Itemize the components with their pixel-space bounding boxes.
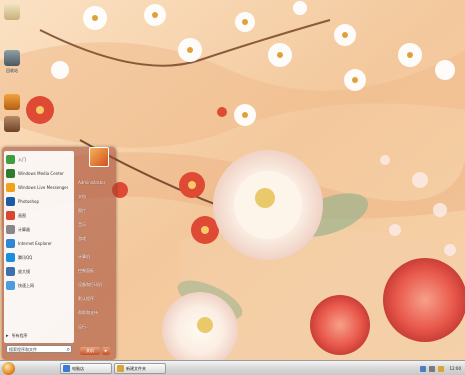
taskbar-button-label: 新建文件夹	[126, 365, 146, 371]
start-button[interactable]	[2, 362, 15, 375]
program-item-network[interactable]: 快速上网	[6, 279, 72, 292]
program-item-photoshop[interactable]: Photoshop	[6, 195, 72, 208]
default-programs-link[interactable]: 默认程序	[78, 296, 114, 304]
taskbar: 电脑店 新建文件夹 12:00	[0, 360, 465, 375]
program-item-getting-started[interactable]: 入门	[6, 153, 72, 166]
taskbar-button-2[interactable]: 新建文件夹	[114, 363, 166, 374]
shutdown-button[interactable]: 关机	[80, 347, 100, 355]
program-label: Internet Explorer	[18, 241, 52, 246]
program-item-qq[interactable]: 腾讯QQ	[6, 251, 72, 264]
search-placeholder: 搜索程序和文件	[9, 347, 37, 352]
all-programs-label: 所有程序	[11, 333, 28, 338]
ie-icon	[6, 239, 15, 248]
qq-icon	[6, 253, 15, 262]
media-center-icon	[6, 169, 15, 178]
arrow-right-icon: ▸	[6, 333, 9, 339]
program-label: 腾讯QQ	[18, 254, 33, 260]
system-tray: 12:00	[417, 363, 463, 374]
start-menu-program-list: 入门 Windows Media Center Windows Live Mes…	[4, 151, 74, 343]
paint-icon	[6, 211, 15, 220]
taskbar-button-1[interactable]: 电脑店	[60, 363, 112, 374]
computer-link[interactable]: 计算机	[78, 254, 114, 262]
clock[interactable]: 12:00	[449, 366, 461, 371]
program-label: 计算器	[18, 226, 30, 232]
getting-started-icon	[6, 155, 15, 164]
taskbar-button-label: 电脑店	[72, 365, 84, 371]
start-menu: 入门 Windows Media Center Windows Live Mes…	[2, 147, 116, 360]
user-picture[interactable]	[89, 147, 109, 167]
program-item-calculator[interactable]: 计算器	[6, 223, 72, 236]
recycle-bin-label: 回收站	[6, 68, 18, 73]
network-tray-icon[interactable]	[420, 365, 427, 372]
run-link[interactable]: 运行...	[78, 324, 114, 332]
magnifier-icon	[6, 267, 15, 276]
program-item-paint[interactable]: 画图	[6, 209, 72, 222]
program-item-messenger[interactable]: Windows Live Messenger	[6, 181, 72, 194]
app-icon[interactable]	[4, 116, 20, 132]
program-label: Windows Media Center	[18, 171, 64, 176]
program-item-magnifier[interactable]: 放大镜	[6, 265, 72, 278]
program-label: 入门	[18, 156, 26, 162]
all-programs-button[interactable]: ▸ 所有程序	[6, 331, 72, 341]
program-label: Windows Live Messenger	[18, 185, 69, 190]
program-label: 快速上网	[18, 282, 34, 288]
documents-link[interactable]: 文档	[78, 194, 114, 202]
photoshop-icon	[6, 197, 15, 206]
folder-icon	[117, 365, 124, 372]
help-support-link[interactable]: 帮助和支持	[78, 310, 114, 318]
folder-icon[interactable]	[4, 94, 20, 110]
shutdown-options-arrow-icon[interactable]: ▸	[102, 347, 110, 355]
action-center-tray-icon[interactable]	[438, 365, 445, 372]
recycle-bin-icon[interactable]	[4, 50, 20, 66]
music-link[interactable]: 音乐	[78, 222, 114, 230]
volume-tray-icon[interactable]	[429, 365, 436, 372]
computer-icon[interactable]	[4, 4, 20, 20]
search-input[interactable]: 搜索程序和文件 ⌕	[6, 345, 72, 353]
network-icon	[6, 281, 15, 290]
pictures-link[interactable]: 图片	[78, 208, 114, 216]
program-label: 画图	[18, 212, 26, 218]
window-icon	[63, 365, 70, 372]
program-label: Photoshop	[18, 199, 40, 204]
program-item-ie[interactable]: Internet Explorer	[6, 237, 72, 250]
games-link[interactable]: 游戏	[78, 236, 114, 244]
program-label: 放大镜	[18, 268, 30, 274]
devices-printers-link[interactable]: 设备和打印机	[78, 282, 114, 290]
control-panel-link[interactable]: 控制面板	[78, 268, 114, 276]
user-name-link[interactable]: Administrator	[78, 180, 114, 188]
calculator-icon	[6, 225, 15, 234]
program-item-media-center[interactable]: Windows Media Center	[6, 167, 72, 180]
search-icon[interactable]: ⌕	[67, 346, 70, 353]
messenger-icon	[6, 183, 15, 192]
